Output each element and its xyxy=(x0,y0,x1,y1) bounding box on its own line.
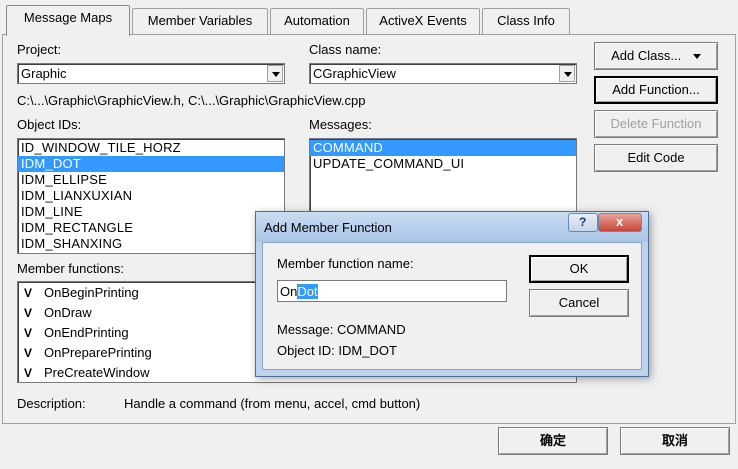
list-item-selected[interactable]: COMMAND xyxy=(310,140,576,156)
list-item[interactable]: IDM_ELLIPSE xyxy=(18,172,284,188)
add-class-label: Add Class... xyxy=(611,48,682,63)
dialog-body: Member function name: OnDot Message: COM… xyxy=(262,242,642,370)
dialog-title: Add Member Function xyxy=(264,220,392,235)
dialog-frame: Member function name: OnDot Message: COM… xyxy=(256,242,648,376)
tab-member-variables[interactable]: Member Variables xyxy=(132,8,268,34)
list-item[interactable]: IDM_LIANXUXIAN xyxy=(18,188,284,204)
class-name-combo[interactable]: CGraphicView xyxy=(309,63,577,84)
edit-code-button[interactable]: Edit Code xyxy=(594,144,718,172)
tab-label: ActiveX Events xyxy=(379,13,467,28)
description-label: Description: xyxy=(17,396,86,411)
object-ids-label: Object IDs: xyxy=(17,117,82,132)
dialog-cancel-button[interactable]: Cancel xyxy=(529,289,629,317)
chevron-down-icon[interactable] xyxy=(559,65,575,82)
object-ids-list[interactable]: ID_WINDOW_TILE_HORZ IDM_DOT IDM_ELLIPSE … xyxy=(17,138,285,254)
virtual-flag: V xyxy=(24,326,33,340)
add-function-button[interactable]: Add Function... xyxy=(594,76,718,104)
list-item-selected[interactable]: IDM_DOT xyxy=(18,156,284,172)
virtual-flag: V xyxy=(24,366,33,380)
function-name: OnBeginPrinting xyxy=(44,285,139,300)
virtual-flag: V xyxy=(24,306,33,320)
add-member-function-dialog: Add Member Function ? x Member function … xyxy=(255,211,649,377)
function-name-input[interactable]: OnDot xyxy=(277,280,507,302)
edit-code-label: Edit Code xyxy=(627,150,685,165)
tab-automation[interactable]: Automation xyxy=(270,8,364,34)
function-name: PreCreateWindow xyxy=(44,365,150,380)
close-button[interactable]: x xyxy=(598,213,642,232)
dialog-title-bar[interactable]: Add Member Function ? x xyxy=(256,212,648,242)
add-function-label: Add Function... xyxy=(612,82,700,97)
cancel-button[interactable]: 取消 xyxy=(620,427,730,455)
tab-label: Automation xyxy=(284,13,350,28)
dialog-message-text: Message: COMMAND xyxy=(277,322,406,337)
chevron-down-icon[interactable] xyxy=(267,65,283,82)
list-item[interactable]: IDM_LINE xyxy=(18,204,284,220)
cancel-label: 取消 xyxy=(661,433,688,448)
class-name-value: CGraphicView xyxy=(313,66,396,81)
tab-label: Member Variables xyxy=(147,13,253,28)
tab-message-maps[interactable]: Message Maps xyxy=(6,5,130,36)
dialog-ok-label: OK xyxy=(569,261,589,276)
ok-button[interactable]: 确定 xyxy=(498,427,608,455)
virtual-flag: V xyxy=(24,346,33,360)
project-combo[interactable]: Graphic xyxy=(17,63,285,84)
dialog-cancel-label: Cancel xyxy=(558,295,600,310)
virtual-flag: V xyxy=(24,286,33,300)
help-button[interactable]: ? xyxy=(568,213,598,232)
tab-class-info[interactable]: Class Info xyxy=(482,8,570,34)
project-label: Project: xyxy=(17,42,62,57)
tab-label: Message Maps xyxy=(23,10,113,25)
add-class-button[interactable]: Add Class... xyxy=(594,42,718,70)
delete-function-label: Delete Function xyxy=(610,116,702,131)
function-name: OnDraw xyxy=(44,305,92,320)
description-value: Handle a command (from menu, accel, cmd … xyxy=(124,396,421,411)
function-name-text: OnDot xyxy=(280,284,318,299)
messages-label: Messages: xyxy=(309,117,372,132)
project-value: Graphic xyxy=(21,66,67,81)
list-item[interactable]: UPDATE_COMMAND_UI xyxy=(310,156,576,172)
delete-function-button[interactable]: Delete Function xyxy=(594,110,718,138)
chevron-down-icon xyxy=(692,54,701,60)
dialog-object-id-text: Object ID: IDM_DOT xyxy=(277,343,397,358)
file-path: C:\...\Graphic\GraphicView.h, C:\...\Gra… xyxy=(17,93,366,108)
class-name-label: Class name: xyxy=(309,42,382,57)
member-functions-label: Member functions: xyxy=(17,261,124,276)
list-item[interactable]: IDM_RECTANGLE xyxy=(18,220,284,236)
close-icon: x xyxy=(616,214,624,229)
help-icon: ? xyxy=(579,215,587,229)
function-name-selection: Dot xyxy=(297,284,318,299)
list-item[interactable]: IDM_SHANXING xyxy=(18,236,284,252)
dialog-ok-button[interactable]: OK xyxy=(529,255,629,283)
function-name-prefix: On xyxy=(280,284,298,299)
tab-activex-events[interactable]: ActiveX Events xyxy=(366,8,480,34)
function-name: OnEndPrinting xyxy=(44,325,129,340)
list-item[interactable]: ID_WINDOW_TILE_HORZ xyxy=(18,140,284,156)
ok-label: 确定 xyxy=(539,433,566,448)
function-name: OnPreparePrinting xyxy=(44,345,152,360)
function-name-label: Member function name: xyxy=(277,256,414,271)
tab-label: Class Info xyxy=(497,13,555,28)
